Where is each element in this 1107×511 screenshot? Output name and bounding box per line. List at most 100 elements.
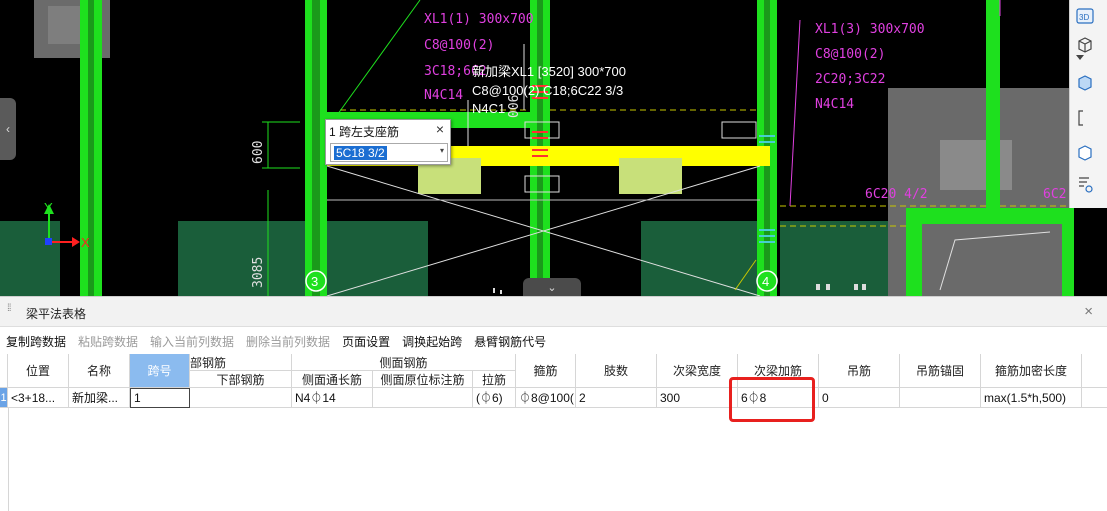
cad-block — [922, 224, 1062, 296]
header-dense-length[interactable]: 箍筋加密长度 — [981, 354, 1082, 388]
view-3d-icon[interactable]: 3D — [1075, 6, 1101, 30]
view-3d-label: 3D — [1079, 13, 1089, 22]
axis-marker-3-label: 3 — [311, 274, 318, 289]
panel-title: 梁平法表格 — [26, 307, 87, 321]
header-legs[interactable]: 肢数 — [576, 354, 657, 388]
row-filler — [1082, 388, 1107, 408]
cell-side-through[interactable]: N4⏀14 — [292, 388, 373, 408]
panel-header[interactable]: ⁞⁞ 梁平法表格 × — [0, 297, 1107, 327]
panel-toolbar: 复制跨数据 粘贴跨数据 输入当前列数据 删除当前列数据 页面设置 调换起始跨 悬… — [0, 330, 1107, 352]
cad-rect — [721, 121, 757, 139]
label-line: 新加梁XL1 [3520] 300*700 — [472, 64, 626, 79]
bracket-icon[interactable] — [1075, 108, 1101, 132]
header-side-in-situ[interactable]: 侧面原位标注筋 — [373, 371, 473, 388]
cell-tie[interactable]: (⏀6) — [473, 388, 516, 408]
highlight-annotation — [729, 377, 815, 422]
input-column-data-button[interactable]: 输入当前列数据 — [150, 333, 234, 350]
header-side-through[interactable]: 侧面通长筋 — [292, 371, 373, 388]
header-name[interactable]: 名称 — [69, 354, 130, 388]
support-pad — [619, 158, 682, 194]
popup-title: 1 跨左支座筋 — [329, 125, 400, 139]
column-core — [312, 0, 320, 296]
cell-hanger-anchor[interactable] — [900, 388, 981, 408]
delete-column-data-button[interactable]: 删除当前列数据 — [246, 333, 330, 350]
header-secondary-width[interactable]: 次梁宽度 — [657, 354, 738, 388]
cell-side-in-situ[interactable] — [373, 388, 473, 408]
chevron-left-icon: ‹ — [6, 122, 10, 136]
copy-span-data-button[interactable]: 复制跨数据 — [6, 333, 66, 350]
beam-table-panel: ⁞⁞ 梁平法表格 × 复制跨数据 粘贴跨数据 输入当前列数据 删除当前列数据 页… — [0, 296, 1107, 511]
header-span-no[interactable]: 跨号 — [130, 354, 190, 388]
dimension-006: 006 — [507, 95, 522, 118]
origin-icon — [45, 238, 52, 245]
close-icon[interactable]: × — [436, 121, 444, 137]
right-edge-label: 6C2 — [1043, 187, 1066, 202]
x-axis-label: X — [81, 235, 90, 250]
cad-viewport[interactable]: XL1(1) 300x700 C8@100(2) 3C18;6C2 N4C14 … — [0, 0, 1107, 296]
grid-border — [8, 408, 9, 511]
axis-marker-4-label: 4 — [762, 274, 769, 289]
cell-name[interactable]: 新加梁... — [69, 388, 130, 408]
cell-hanger[interactable]: 0 — [819, 388, 900, 408]
header-filler — [1082, 354, 1107, 388]
label-line: N4C1 — [472, 101, 505, 116]
column-core — [88, 0, 94, 296]
dropdown-arrow-icon[interactable]: ▾ — [440, 146, 444, 155]
label-line: 2C20;3C22 — [815, 72, 885, 87]
header-position[interactable]: 位置 — [8, 354, 69, 388]
cell-secondary-width[interactable]: 300 — [657, 388, 738, 408]
close-icon[interactable]: × — [1084, 303, 1093, 320]
drag-grip-icon[interactable]: ⁞⁞ — [7, 304, 11, 314]
header-hanger[interactable]: 吊筋 — [819, 354, 900, 388]
header-bottom-group[interactable]: 部钢筋 — [190, 354, 292, 371]
header-corner — [0, 354, 8, 388]
swap-start-span-button[interactable]: 调换起始跨 — [402, 333, 462, 350]
header-stirrup[interactable]: 箍筋 — [516, 354, 576, 388]
cad-block — [940, 140, 1012, 190]
header-side-group[interactable]: 侧面钢筋 — [292, 354, 516, 371]
bottom-panel-toggle[interactable]: ⌄ — [523, 278, 581, 296]
label-line: XL1(1) 300x700 — [424, 12, 534, 27]
wall-block — [0, 221, 60, 296]
left-panel-toggle[interactable]: ‹ — [0, 98, 16, 160]
support-rebar-combobox[interactable]: 5C18 3/2 ▾ — [330, 143, 448, 162]
label-line: XL1(3) 300x700 — [815, 22, 925, 37]
span-support-popup[interactable]: 1 跨左支座筋 × 5C18 3/2 ▾ — [325, 119, 451, 165]
support-rebar-value[interactable]: 5C18 3/2 — [334, 146, 387, 160]
wall-block — [641, 221, 757, 296]
page-setup-button[interactable]: 页面设置 — [342, 333, 390, 350]
row-header[interactable]: 1 — [0, 388, 8, 408]
label-line: N4C14 — [815, 97, 854, 112]
wall-block — [780, 221, 906, 296]
cell-position[interactable]: <3+18... — [8, 388, 69, 408]
cantilever-rebar-code-button[interactable]: 悬臂钢筋代号 — [474, 333, 546, 350]
chevron-down-icon[interactable] — [1075, 54, 1101, 68]
label-line: N4C14 — [424, 88, 463, 103]
list-eye-icon[interactable] — [1075, 174, 1101, 198]
cell-stirrup[interactable]: ⏀8@100( — [516, 388, 576, 408]
x-axis-head — [72, 237, 80, 247]
label-line: C8@100(2) — [815, 47, 885, 62]
header-hanger-anchor[interactable]: 吊筋锚固 — [900, 354, 981, 388]
y-axis-label: Y — [44, 200, 53, 215]
cube-outline-icon[interactable] — [1075, 142, 1101, 166]
cell-span-no[interactable]: 1 — [130, 388, 190, 408]
leader-line — [789, 19, 801, 207]
paste-span-data-button[interactable]: 粘贴跨数据 — [78, 333, 138, 350]
label-line: C8@100(2) C18;6C22 3/3 — [472, 83, 623, 98]
right-support-label: 6C20 4/2 — [865, 187, 928, 202]
label-line: C8@100(2) — [424, 38, 494, 53]
right-view-toolbar: 3D — [1069, 0, 1107, 208]
column — [986, 0, 1000, 210]
cube-selected-icon[interactable] — [1075, 72, 1101, 96]
cell-legs[interactable]: 2 — [576, 388, 657, 408]
wall-block — [178, 221, 428, 296]
dimension-3085: 3085 — [251, 257, 266, 288]
beam-table: 位置 名称 跨号 部钢筋 下部钢筋 侧面钢筋 侧面通长筋 侧面原位标注筋 拉筋 … — [0, 354, 1107, 511]
cell-dense-length[interactable]: max(1.5*h,500) — [981, 388, 1082, 408]
header-bottom-rebar[interactable]: 下部钢筋 — [190, 371, 292, 388]
cell-bottom-rebar[interactable] — [190, 388, 292, 408]
header-tie[interactable]: 拉筋 — [473, 371, 516, 388]
cad-drawing: XL1(1) 300x700 C8@100(2) 3C18;6C2 N4C14 … — [0, 0, 1074, 296]
dimension-600: 600 — [251, 141, 266, 164]
